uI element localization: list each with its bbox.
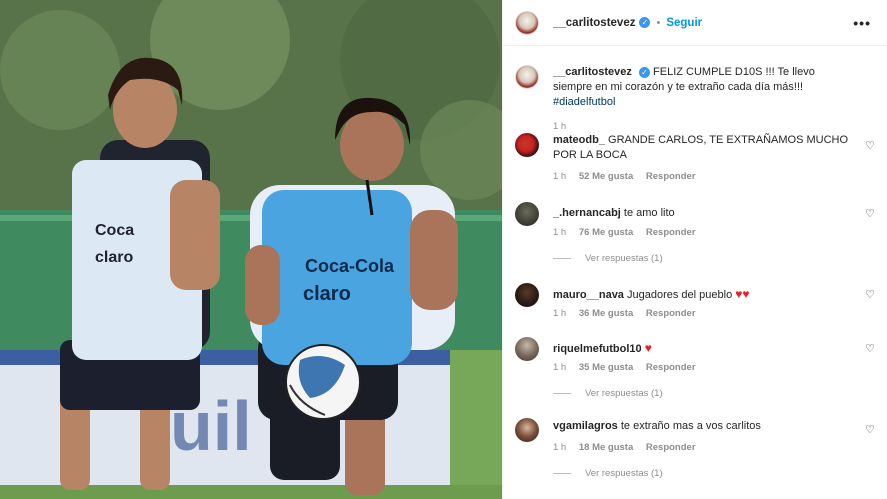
view-replies-button[interactable]: Ver respuestas (1) xyxy=(553,388,663,399)
verified-badge-icon: ✓ xyxy=(639,17,651,28)
comment-meta: 1 h 35 Me gusta Responder xyxy=(553,362,706,373)
reply-button[interactable]: Responder xyxy=(646,442,696,453)
reply-button[interactable]: Responder xyxy=(646,227,696,238)
comment-body: mauro__nava Jugadores del pueblo ♥♥ xyxy=(553,287,853,303)
like-heart-icon[interactable]: ♡ xyxy=(865,423,875,436)
comment-time[interactable]: 1 h xyxy=(553,227,566,238)
like-heart-icon[interactable]: ♡ xyxy=(865,288,875,301)
comment-username[interactable]: _.hernancabj xyxy=(553,207,621,219)
caption-meta: 1 h xyxy=(553,121,576,132)
header-separator: • xyxy=(656,16,661,29)
follow-button[interactable]: Seguir xyxy=(666,17,702,29)
comment-meta: 1 h 76 Me gusta Responder xyxy=(553,227,706,238)
comment-username[interactable]: riquelmefutbol10 xyxy=(553,343,642,355)
reply-button[interactable]: Responder xyxy=(646,362,696,373)
more-options-icon[interactable]: ••• xyxy=(853,15,871,31)
comment-avatar[interactable] xyxy=(515,133,539,157)
comment-avatar[interactable] xyxy=(515,337,539,361)
verified-badge-icon: ✓ xyxy=(638,66,650,78)
replies-line xyxy=(553,258,571,259)
comment-username[interactable]: mateodb_ xyxy=(553,134,605,146)
like-heart-icon[interactable]: ♡ xyxy=(865,139,875,152)
comment-username[interactable]: vgamilagros xyxy=(553,420,618,432)
comment-item: mauro__nava Jugadores del pueblo ♥♥ 1 h … xyxy=(515,283,875,327)
author-username[interactable]: __carlitostevez xyxy=(553,17,635,29)
comment-likes[interactable]: 18 Me gusta xyxy=(579,442,633,453)
comment-meta: 1 h 52 Me gusta Responder xyxy=(553,171,706,182)
comment-time[interactable]: 1 h xyxy=(553,362,566,373)
caption-body: __carlitostevez ✓ FELIZ CUMPLE D10S !!! … xyxy=(553,65,853,110)
caption: __carlitostevez ✓ FELIZ CUMPLE D10S !!! … xyxy=(515,65,875,132)
comment-item: _.hernancabj te amo lito 1 h 76 Me gusta… xyxy=(515,202,875,272)
red-heart-emoji: ♥♥ xyxy=(735,287,750,301)
comment-likes[interactable]: 36 Me gusta xyxy=(579,308,633,319)
comment-body: riquelmefutbol10 ♥ xyxy=(553,341,853,357)
comment-username[interactable]: mauro__nava xyxy=(553,289,624,301)
like-heart-icon[interactable]: ♡ xyxy=(865,342,875,355)
comment-avatar[interactable] xyxy=(515,418,539,442)
comment-meta: 1 h 36 Me gusta Responder xyxy=(553,308,706,319)
replies-line xyxy=(553,393,571,394)
comment-likes[interactable]: 76 Me gusta xyxy=(579,227,633,238)
caption-username[interactable]: __carlitostevez xyxy=(553,66,632,78)
comment-time[interactable]: 1 h xyxy=(553,308,566,319)
red-heart-emoji: ♥ xyxy=(644,341,652,355)
caption-time[interactable]: 1 h xyxy=(553,121,566,132)
svg-text:Coca-Cola: Coca-Cola xyxy=(305,256,395,276)
replies-line xyxy=(553,473,571,474)
comment-likes[interactable]: 35 Me gusta xyxy=(579,362,633,373)
instagram-post-view: uil Coca claro Coca-Cola claro __carlito… xyxy=(0,0,887,499)
comment-body: _.hernancabj te amo lito xyxy=(553,206,853,221)
view-replies-label[interactable]: Ver respuestas (1) xyxy=(585,388,663,399)
post-header: __carlitostevez ✓ • Seguir ••• xyxy=(503,0,887,46)
comment-body: mateodb_ GRANDE CARLOS, TE EXTRAÑAMOS MU… xyxy=(553,133,853,163)
view-replies-button[interactable]: Ver respuestas (1) xyxy=(553,468,663,479)
comment-time[interactable]: 1 h xyxy=(553,442,566,453)
photo-illustration: uil Coca claro Coca-Cola claro xyxy=(0,0,502,499)
svg-text:Coca: Coca xyxy=(95,222,134,239)
comment-item: riquelmefutbol10 ♥ 1 h 35 Me gusta Respo… xyxy=(515,337,875,407)
comment-body: vgamilagros te extraño mas a vos carlito… xyxy=(553,419,853,434)
comments-scroll-area[interactable]: __carlitostevez ✓ FELIZ CUMPLE D10S !!! … xyxy=(503,47,887,499)
svg-text:claro: claro xyxy=(95,249,133,266)
comment-likes[interactable]: 52 Me gusta xyxy=(579,171,633,182)
comment-avatar[interactable] xyxy=(515,202,539,226)
comment-meta: 1 h 18 Me gusta Responder xyxy=(553,442,706,453)
reply-button[interactable]: Responder xyxy=(646,171,696,182)
comment-item: vgamilagros te extraño mas a vos carlito… xyxy=(515,418,875,488)
view-replies-button[interactable]: Ver respuestas (1) xyxy=(553,253,663,264)
reply-button[interactable]: Responder xyxy=(646,308,696,319)
post-photo[interactable]: uil Coca claro Coca-Cola claro xyxy=(0,0,502,499)
svg-text:claro: claro xyxy=(303,283,351,305)
comment-time[interactable]: 1 h xyxy=(553,171,566,182)
caption-hashtag[interactable]: #diadelfutbol xyxy=(553,96,615,108)
view-replies-label[interactable]: Ver respuestas (1) xyxy=(585,253,663,264)
post-sidebar: __carlitostevez ✓ • Seguir ••• __carlito… xyxy=(502,0,887,499)
author-avatar[interactable] xyxy=(515,10,539,35)
comment-text: Jugadores del pueblo xyxy=(627,289,733,301)
comment-text: te amo lito xyxy=(623,207,675,219)
view-replies-label[interactable]: Ver respuestas (1) xyxy=(585,468,663,479)
comment-text: te extraño mas a vos carlitos xyxy=(620,420,761,432)
comment-item: mateodb_ GRANDE CARLOS, TE EXTRAÑAMOS MU… xyxy=(515,133,875,185)
like-heart-icon[interactable]: ♡ xyxy=(865,207,875,220)
comment-avatar[interactable] xyxy=(515,283,539,307)
caption-avatar[interactable] xyxy=(515,65,539,89)
